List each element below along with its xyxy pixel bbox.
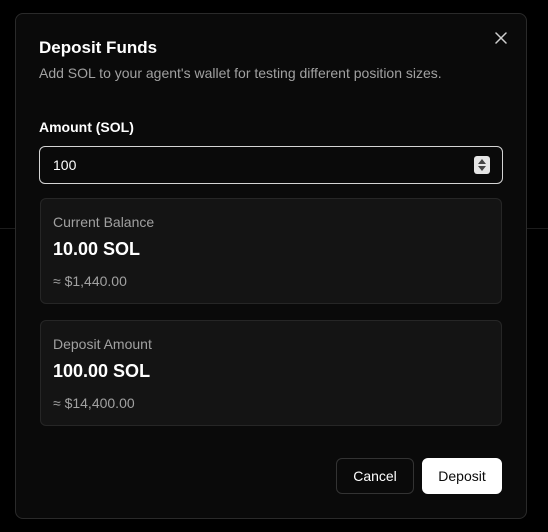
amount-label: Amount (SOL) — [39, 119, 134, 135]
dialog-subtitle: Add SOL to your agent's wallet for testi… — [39, 65, 442, 81]
current-balance-label: Current Balance — [53, 214, 155, 230]
deposit-amount-card: Deposit Amount 100.00 SOL ≈ $14,400.00 — [40, 320, 502, 426]
deposit-dialog: Deposit Funds Add SOL to your agent's wa… — [15, 13, 527, 519]
cancel-button[interactable]: Cancel — [336, 458, 414, 494]
amount-field — [39, 146, 503, 184]
current-balance-card: Current Balance 10.00 SOL ≈ $1,440.00 — [40, 198, 502, 304]
close-icon — [495, 32, 507, 44]
deposit-amount-value: 100.00 SOL — [53, 361, 151, 381]
deposit-amount-label: Deposit Amount — [53, 336, 152, 352]
stepper-up-icon[interactable] — [478, 159, 486, 164]
close-button[interactable] — [493, 30, 509, 46]
amount-input[interactable] — [40, 147, 502, 183]
stepper-down-icon[interactable] — [478, 166, 486, 171]
current-balance-value: 10.00 SOL — [53, 239, 141, 259]
current-balance-usd: ≈ $1,440.00 — [53, 273, 127, 289]
amount-stepper[interactable] — [474, 156, 490, 174]
dialog-title: Deposit Funds — [39, 38, 158, 57]
deposit-button[interactable]: Deposit — [422, 458, 502, 494]
deposit-amount-usd: ≈ $14,400.00 — [53, 395, 135, 411]
